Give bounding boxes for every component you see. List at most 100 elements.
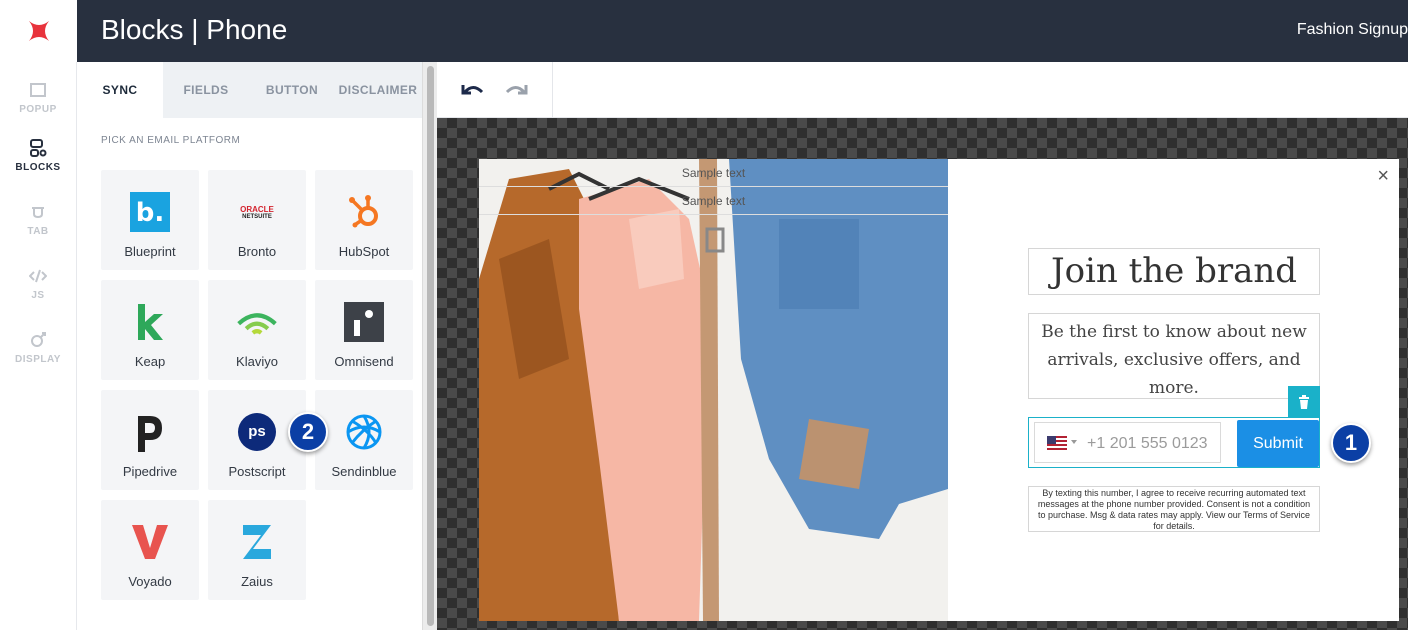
- blueprint-logo: b.: [130, 192, 170, 232]
- hero-image: Sample text Sample text: [479, 159, 948, 621]
- platform-tile-sendinblue[interactable]: Sendinblue: [315, 390, 413, 490]
- sample-text-1[interactable]: Sample text: [479, 159, 948, 187]
- sendinblue-logo: [344, 412, 384, 452]
- keap-icon: [138, 304, 163, 340]
- pipedrive-icon: [138, 416, 162, 452]
- code-icon: [29, 269, 47, 283]
- omnisend-icon: [344, 302, 384, 342]
- tab-icon: [32, 207, 44, 219]
- app-header: Blocks | Phone Fashion Signup: [0, 0, 1408, 62]
- rail-item-display[interactable]: DISPLAY: [0, 330, 76, 365]
- tab-disclaimer[interactable]: DISCLAIMER: [335, 62, 421, 118]
- page-title: Blocks | Phone: [101, 14, 288, 45]
- omnisend-logo: [344, 302, 384, 342]
- redo-icon: [505, 85, 528, 95]
- undo-button[interactable]: [460, 78, 486, 102]
- platform-tile-hubspot[interactable]: HubSpot: [315, 170, 413, 270]
- platform-tile-bronto[interactable]: ORACLE NETSUITE Bronto: [208, 170, 306, 270]
- zaius-icon: [243, 525, 271, 559]
- submit-button[interactable]: Submit: [1237, 420, 1319, 467]
- platform-name: Bronto: [237, 244, 277, 259]
- rail-item-popup[interactable]: POPUP: [0, 80, 76, 115]
- platform-name: HubSpot: [338, 244, 390, 259]
- history-controls: [437, 62, 553, 118]
- rail-label: TAB: [27, 226, 49, 237]
- phone-input[interactable]: +1 201 555 0123: [1034, 422, 1221, 463]
- phone-placeholder: +1 201 555 0123: [1087, 435, 1208, 452]
- app-logo[interactable]: [0, 0, 77, 62]
- platform-name: Sendinblue: [331, 464, 397, 479]
- bronto-logo: ORACLE NETSUITE: [237, 192, 277, 232]
- rail-item-js[interactable]: JS: [0, 266, 76, 301]
- rail-label: POPUP: [19, 104, 57, 115]
- panel-tabs: SYNC FIELDS BUTTON DISCLAIMER: [77, 62, 422, 118]
- bronto-logo-line1: ORACLE: [240, 204, 274, 214]
- platform-name: Omnisend: [334, 354, 394, 369]
- sendinblue-icon: [346, 414, 382, 450]
- tab-sync[interactable]: SYNC: [77, 62, 163, 118]
- hubspot-icon: [349, 195, 378, 228]
- popup-headline: Join the brand: [1050, 251, 1298, 291]
- voyado-logo: [130, 522, 170, 562]
- platform-tile-pipedrive[interactable]: Pipedrive: [101, 390, 199, 490]
- zaius-logo: [237, 522, 277, 562]
- blocks-panel: SYNC FIELDS BUTTON DISCLAIMER PICK AN EM…: [77, 62, 422, 630]
- headline-block[interactable]: Join the brand: [1028, 248, 1320, 295]
- blocks-icon: [30, 139, 47, 157]
- scrollbar-thumb[interactable]: [427, 66, 434, 626]
- section-label: PICK AN EMAIL PLATFORM: [101, 135, 241, 146]
- platform-tile-voyado[interactable]: Voyado: [101, 500, 199, 600]
- platform-tile-zaius[interactable]: Zaius: [208, 500, 306, 600]
- platform-name: Postscript: [228, 464, 286, 479]
- logo-icon: [28, 21, 49, 41]
- svg-text:b.: b.: [136, 198, 165, 228]
- pipedrive-logo: [130, 412, 170, 452]
- blueprint-icon: b.: [130, 192, 170, 232]
- disclaimer-block[interactable]: By texting this number, I agree to recei…: [1028, 486, 1320, 532]
- platform-tile-keap[interactable]: Keap: [101, 280, 199, 380]
- clothes-rack-image: [479, 159, 948, 621]
- close-icon[interactable]: ×: [1377, 165, 1389, 188]
- trash-icon: [1299, 394, 1309, 409]
- rail-label: JS: [31, 290, 45, 301]
- platform-name: Keap: [134, 354, 166, 369]
- chevron-down-icon[interactable]: [1071, 440, 1077, 444]
- popup-icon: [30, 83, 46, 97]
- subheadline-block[interactable]: Be the first to know about new arrivals,…: [1028, 313, 1320, 399]
- klaviyo-logo: [237, 302, 277, 342]
- platform-tile-klaviyo[interactable]: Klaviyo: [208, 280, 306, 380]
- bronto-logo-line2: NETSUITE: [242, 213, 272, 220]
- postscript-icon: ps: [238, 413, 276, 451]
- rail-item-blocks[interactable]: BLOCKS: [0, 138, 76, 173]
- us-flag-icon[interactable]: [1047, 436, 1067, 450]
- panel-scrollbar[interactable]: [422, 62, 437, 630]
- campaign-name[interactable]: Fashion Signup: [1297, 21, 1408, 39]
- platform-name: Pipedrive: [122, 464, 178, 479]
- platform-name: Blueprint: [124, 244, 176, 259]
- rail-label: BLOCKS: [15, 162, 61, 173]
- step-marker-2: 2: [288, 412, 328, 452]
- tab-button[interactable]: BUTTON: [249, 62, 335, 118]
- redo-button[interactable]: [503, 78, 529, 102]
- popup-subheadline: Be the first to know about new arrivals,…: [1041, 322, 1307, 398]
- disclaimer-text: By texting this number, I agree to recei…: [1037, 488, 1311, 531]
- delete-block-button[interactable]: [1288, 386, 1320, 417]
- hubspot-logo: [344, 192, 384, 232]
- left-rail: POPUP BLOCKS TAB JS DISPLAY: [0, 62, 77, 630]
- klaviyo-icon: [237, 313, 277, 335]
- platform-name: Klaviyo: [236, 354, 278, 369]
- platform-tile-omnisend[interactable]: Omnisend: [315, 280, 413, 380]
- phone-block[interactable]: +1 201 555 0123 Submit: [1028, 417, 1320, 468]
- rail-item-tab[interactable]: TAB: [0, 202, 76, 237]
- editor-toolbar: [437, 62, 1408, 118]
- platform-tile-blueprint[interactable]: b. Blueprint: [101, 170, 199, 270]
- sample-text-2[interactable]: Sample text: [479, 187, 948, 215]
- step-marker-1: 1: [1331, 423, 1371, 463]
- platform-name: Voyado: [128, 574, 172, 589]
- platform-name: Zaius: [241, 574, 273, 589]
- undo-icon: [461, 85, 484, 95]
- tab-fields[interactable]: FIELDS: [163, 62, 249, 118]
- rail-label: DISPLAY: [15, 354, 61, 365]
- display-icon: [31, 332, 46, 347]
- keap-logo: [130, 302, 170, 342]
